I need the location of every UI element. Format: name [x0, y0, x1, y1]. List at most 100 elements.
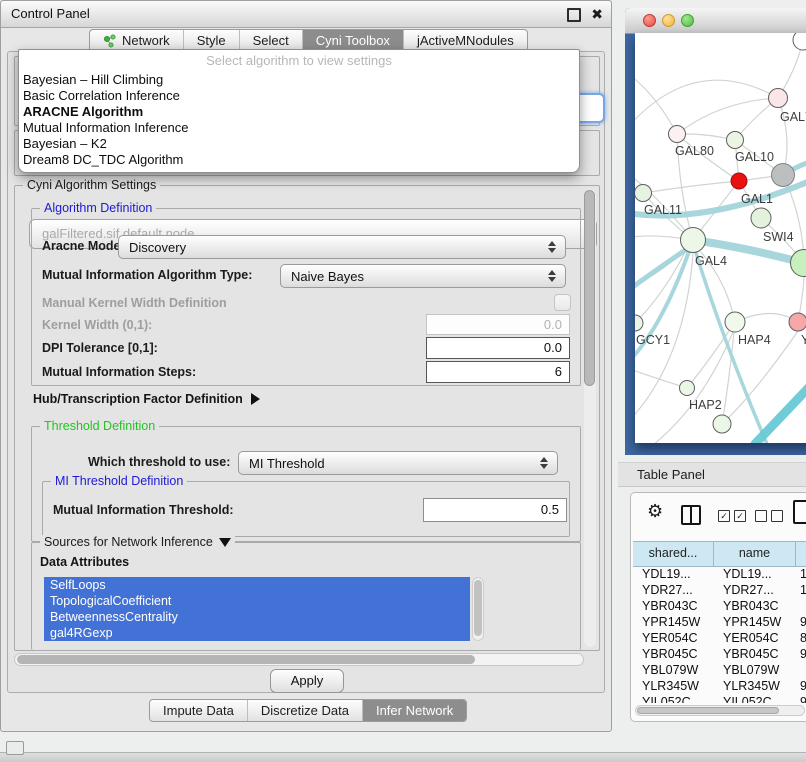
- dropdown-item-mutual-information-inference[interactable]: Mutual Information Inference: [19, 120, 579, 136]
- tab-label: Select: [253, 33, 289, 48]
- table-row[interactable]: YBR043CYBR043C: [633, 598, 806, 614]
- network-edge[interactable]: [635, 73, 677, 134]
- mi-threshold-field[interactable]: 0.5: [423, 498, 567, 522]
- kernel-width-label: Kernel Width (0,1):: [42, 318, 152, 332]
- network-node[interactable]: [713, 415, 731, 433]
- network-node-swi4[interactable]: [751, 208, 771, 228]
- tab-label: Style: [197, 33, 226, 48]
- network-node[interactable]: [793, 33, 806, 50]
- mi-type-combobox[interactable]: Naive Bayes: [280, 264, 566, 288]
- network-edge[interactable]: [687, 322, 735, 388]
- zoom-traffic-light[interactable]: [681, 14, 694, 27]
- deselect-all-columns-icon[interactable]: [755, 510, 783, 522]
- table-row[interactable]: YBL079WYBL079W: [633, 662, 806, 678]
- tab-impute-data[interactable]: Impute Data: [150, 700, 247, 721]
- network-node[interactable]: [791, 250, 806, 277]
- split-view-icon[interactable]: [681, 505, 701, 525]
- kernel-width-field[interactable]: 0.0: [426, 314, 570, 335]
- column-header[interactable]: name: [714, 542, 796, 566]
- network-edge[interactable]: [635, 368, 687, 388]
- which-threshold-combobox[interactable]: MI Threshold: [238, 451, 558, 475]
- dropdown-item-dream8-dc-tdc-algorithm[interactable]: Dream8 DC_TDC Algorithm: [19, 152, 579, 168]
- table-row[interactable]: YPR145WYPR145W9.: [633, 614, 806, 630]
- network-node-hap4[interactable]: [725, 312, 745, 332]
- attribute-item-selfloops[interactable]: SelfLoops: [44, 577, 470, 593]
- network-node-gal4[interactable]: [681, 228, 706, 253]
- mi-steps-field[interactable]: 6: [426, 361, 570, 383]
- network-graph[interactable]: GAL7GAL80GAL10GAL1GAL11SWI4GAL4GCY1HAP4Y…: [635, 33, 806, 443]
- column-header[interactable]: shared...: [633, 542, 714, 566]
- table-cell: YLR345W: [714, 678, 796, 694]
- network-canvas[interactable]: GAL7GAL80GAL10GAL1GAL11SWI4GAL4GCY1HAP4Y…: [635, 33, 806, 443]
- attributes-scrollbar[interactable]: [472, 577, 484, 641]
- network-node[interactable]: [772, 164, 795, 187]
- network-node-gal1[interactable]: [731, 173, 747, 189]
- network-node-gal7[interactable]: [769, 89, 788, 108]
- mi-type-value: Naive Bayes: [291, 265, 364, 287]
- network-edge[interactable]: [635, 80, 778, 128]
- scrollbar-thumb[interactable]: [584, 190, 595, 386]
- column-header[interactable]: [796, 542, 806, 566]
- scrollbar-thumb[interactable]: [474, 580, 482, 636]
- table-row[interactable]: YIL052CYIL052C9.: [633, 694, 806, 703]
- settings-vertical-scrollbar[interactable]: [584, 189, 596, 647]
- tab-select[interactable]: Select: [239, 30, 302, 51]
- table-row[interactable]: YLR345WYLR345W9.: [633, 678, 806, 694]
- close-icon[interactable]: ✖: [591, 1, 603, 27]
- network-node-gal10[interactable]: [727, 132, 744, 149]
- document-icon[interactable]: [793, 500, 806, 524]
- node-label: GAL7: [780, 110, 806, 124]
- network-window-titlebar[interactable]: [625, 8, 806, 34]
- gear-icon[interactable]: ⚙: [647, 501, 663, 522]
- network-node-hap2[interactable]: [680, 381, 695, 396]
- attribute-item-gal4rgexp[interactable]: gal4RGexp: [44, 625, 470, 641]
- apply-button[interactable]: Apply: [270, 669, 344, 693]
- data-attributes-list[interactable]: SelfLoopsTopologicalCoefficientBetweenne…: [44, 577, 470, 641]
- scrollbar-thumb[interactable]: [637, 707, 779, 714]
- attribute-item-betweennesscentrality[interactable]: BetweennessCentrality: [44, 609, 470, 625]
- network-edge[interactable]: [677, 98, 778, 134]
- collapsed-panel-icon[interactable]: [6, 741, 24, 755]
- node-label: GAL10: [735, 150, 774, 164]
- network-node-gal11[interactable]: [635, 185, 652, 202]
- dropdown-item-aracne-algorithm[interactable]: ARACNE Algorithm: [19, 104, 579, 120]
- network-node-gal80[interactable]: [669, 126, 686, 143]
- aracne-mode-combobox[interactable]: Discovery: [118, 235, 566, 259]
- table-panel-header: Table Panel: [618, 462, 806, 487]
- which-threshold-label: Which threshold to use:: [88, 455, 230, 469]
- table-cell: 9.: [796, 694, 806, 703]
- table-cell: YBL079W: [633, 662, 714, 678]
- tab-jactivemnodules[interactable]: jActiveMNodules: [403, 30, 527, 51]
- dropdown-item-bayesian-k2[interactable]: Bayesian – K2: [19, 136, 579, 152]
- node-label: Y: [801, 333, 806, 347]
- table-row[interactable]: YER054CYER054C8.: [633, 630, 806, 646]
- tab-cyni-toolbox[interactable]: Cyni Toolbox: [302, 30, 403, 51]
- settings-horizontal-scrollbar[interactable]: [14, 653, 584, 666]
- tab-network[interactable]: Network: [90, 30, 183, 51]
- table-horizontal-scrollbar[interactable]: [635, 705, 805, 716]
- tab-style[interactable]: Style: [183, 30, 239, 51]
- select-all-columns-icon[interactable]: ✓✓: [718, 510, 746, 522]
- minimize-traffic-light[interactable]: [662, 14, 675, 27]
- dropdown-item-basic-correlation-inference[interactable]: Basic Correlation Inference: [19, 88, 579, 104]
- network-node-gcy1[interactable]: [635, 315, 643, 331]
- manual-kernel-checkbox[interactable]: [554, 294, 571, 311]
- table-row[interactable]: YDL19...YDL19...13: [633, 566, 806, 582]
- scrollbar-thumb[interactable]: [17, 655, 475, 664]
- network-edge[interactable]: [643, 181, 739, 193]
- table-row[interactable]: YDR27...YDR27...12: [633, 582, 806, 598]
- table-cell: 8.: [796, 630, 806, 646]
- table-row[interactable]: YBR045CYBR045C9.: [633, 646, 806, 662]
- dropdown-items: Bayesian – Hill ClimbingBasic Correlatio…: [19, 72, 579, 168]
- sources-group: Sources for Network Inference Data Attri…: [31, 542, 581, 650]
- attribute-item-topologicalcoefficient[interactable]: TopologicalCoefficient: [44, 593, 470, 609]
- tab-discretize-data[interactable]: Discretize Data: [247, 700, 362, 721]
- close-traffic-light[interactable]: [643, 14, 656, 27]
- network-node-y[interactable]: [789, 313, 806, 331]
- tab-infer-network[interactable]: Infer Network: [362, 700, 466, 721]
- hub-definition-toggle[interactable]: Hub/Transcription Factor Definition: [33, 392, 260, 406]
- dpi-tolerance-field[interactable]: 0.0: [426, 337, 570, 359]
- float-panel-icon[interactable]: [567, 8, 581, 22]
- dropdown-item-bayesian-hill-climbing[interactable]: Bayesian – Hill Climbing: [19, 72, 579, 88]
- network-edge[interactable]: [755, 383, 806, 443]
